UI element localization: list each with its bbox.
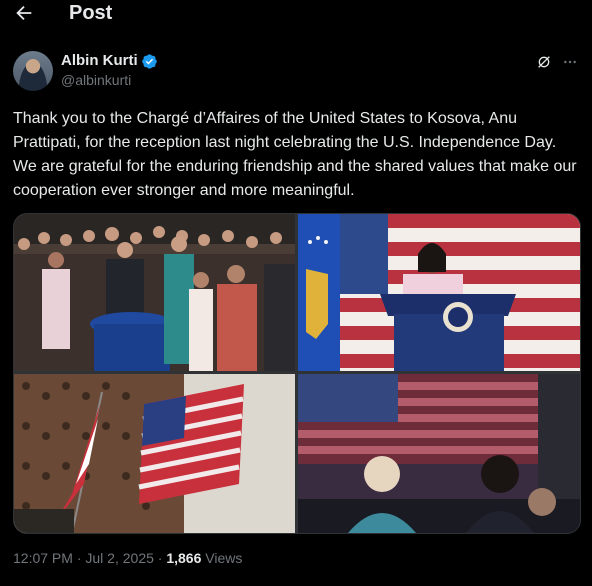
tweet-meta: 12:07 PM · Jul 2, 2025 · 1,866 Views [13, 550, 242, 566]
avatar[interactable] [13, 51, 53, 91]
post-date[interactable]: Jul 2, 2025 [85, 550, 154, 566]
photo-audience-flag[interactable] [298, 374, 580, 533]
more-dots-icon[interactable] [561, 54, 579, 70]
author-name[interactable]: Albin Kurti [61, 52, 138, 69]
views-count: 1,866 [166, 550, 202, 566]
media-grid [13, 213, 581, 534]
arrow-left-icon [16, 5, 32, 21]
photo-flags-building[interactable] [14, 374, 295, 533]
author-handle[interactable]: @albinkurti [61, 72, 131, 88]
back-button[interactable] [13, 2, 35, 24]
meta-separator: · [76, 550, 82, 566]
photo-reception-crowd[interactable] [14, 214, 295, 371]
meta-separator: · [157, 550, 163, 566]
grok-icon[interactable] [536, 54, 552, 70]
top-bar: Post [0, 0, 592, 30]
tweet-text: Thank you to the Chargé d’Affaires of th… [13, 110, 577, 199]
page-title: Post [69, 2, 113, 24]
verified-badge-icon [142, 54, 157, 69]
views-label: Views [205, 550, 243, 566]
photo-podium-speaker[interactable] [298, 214, 580, 371]
post-time[interactable]: 12:07 PM [13, 550, 73, 566]
